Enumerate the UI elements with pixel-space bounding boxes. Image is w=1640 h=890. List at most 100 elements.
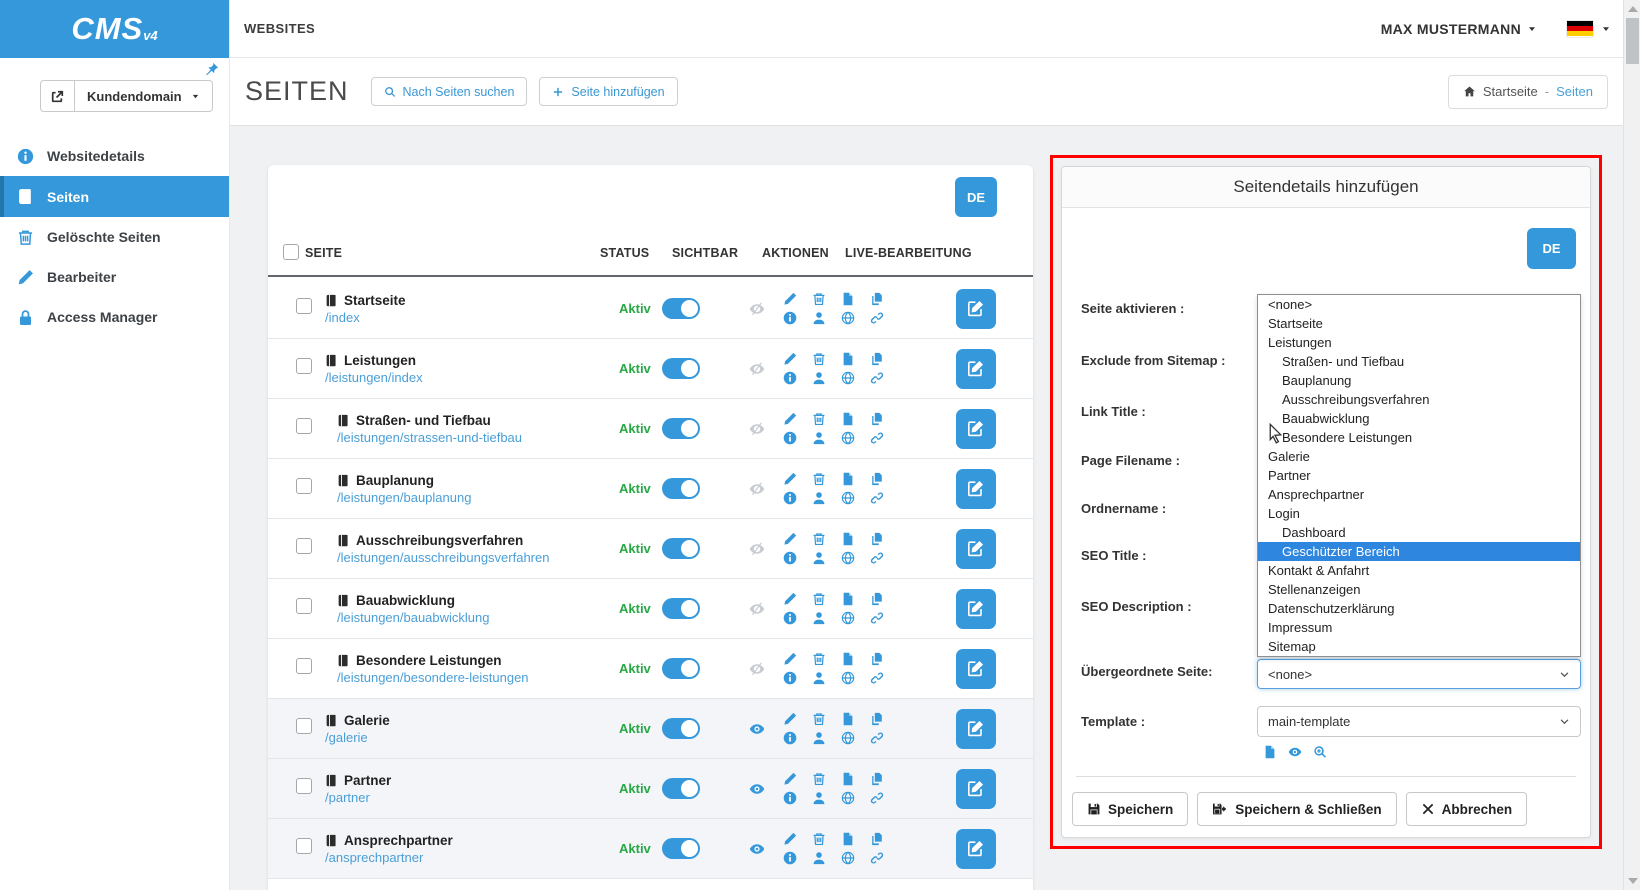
edit-icon[interactable] [783,292,797,306]
dropdown-option[interactable]: Straßen- und Tiefbau [1258,352,1580,371]
live-edit-button[interactable] [956,829,996,869]
copy-icon[interactable] [870,832,884,846]
delete-icon[interactable] [812,832,826,846]
live-edit-button[interactable] [956,529,996,569]
eye-slash-icon[interactable] [749,481,765,497]
delete-icon[interactable] [812,292,826,306]
edit-icon[interactable] [783,532,797,546]
delete-icon[interactable] [812,652,826,666]
file-icon[interactable] [841,412,855,426]
dropdown-option[interactable]: Leistungen [1258,333,1580,352]
file-icon[interactable] [841,532,855,546]
file-icon[interactable] [841,772,855,786]
page-path-link[interactable]: /leistungen/ausschreibungsverfahren [337,550,619,565]
person-icon[interactable] [812,731,826,745]
edit-icon[interactable] [783,652,797,666]
open-domain-button[interactable] [41,81,75,111]
status-toggle[interactable] [662,718,700,739]
info-icon[interactable] [783,551,797,565]
live-edit-button[interactable] [956,709,996,749]
page-path-link[interactable]: /galerie [325,730,619,745]
status-toggle[interactable] [662,658,700,679]
globe-icon[interactable] [841,611,855,625]
copy-icon[interactable] [870,712,884,726]
delete-icon[interactable] [812,712,826,726]
copy-icon[interactable] [870,532,884,546]
live-edit-button[interactable] [956,769,996,809]
person-icon[interactable] [812,671,826,685]
row-checkbox[interactable] [296,358,312,374]
dropdown-option[interactable]: Bauplanung [1258,371,1580,390]
page-path-link[interactable]: /leistungen/besondere-leistungen [337,670,619,685]
status-toggle[interactable] [662,418,700,439]
file-icon[interactable] [841,712,855,726]
link-icon[interactable] [870,551,884,565]
cancel-button[interactable]: Abbrechen [1406,792,1528,826]
status-toggle[interactable] [662,778,700,799]
eye-slash-icon[interactable] [749,301,765,317]
row-checkbox[interactable] [296,778,312,794]
dropdown-option[interactable]: Dashboard [1258,523,1580,542]
dropdown-option[interactable]: Bauabwicklung [1258,409,1580,428]
eye-slash-icon[interactable] [749,661,765,677]
row-checkbox[interactable] [296,658,312,674]
domain-selector[interactable]: Kundendomain [40,80,213,112]
scrollbar-thumb[interactable] [1626,18,1639,64]
dropdown-option[interactable]: Stellenanzeigen [1258,580,1580,599]
person-icon[interactable] [812,431,826,445]
file-icon[interactable] [841,832,855,846]
row-checkbox[interactable] [296,538,312,554]
file-icon[interactable] [841,652,855,666]
copy-icon[interactable] [870,652,884,666]
delete-icon[interactable] [812,592,826,606]
domain-dropdown[interactable]: Kundendomain [75,81,212,111]
sidebar-item-websitedetails[interactable]: Websitedetails [0,136,229,176]
dropdown-option[interactable]: Impressum [1258,618,1580,637]
sidebar-item-gel-schte-seiten[interactable]: Gelöschte Seiten [0,217,229,257]
link-icon[interactable] [870,851,884,865]
file-icon[interactable] [841,592,855,606]
template-select[interactable]: main-template [1257,706,1581,737]
person-icon[interactable] [812,851,826,865]
eye-slash-icon[interactable] [749,421,765,437]
status-toggle[interactable] [662,478,700,499]
sidebar-item-access-manager[interactable]: Access Manager [0,297,229,337]
live-edit-button[interactable] [956,589,996,629]
edit-icon[interactable] [783,832,797,846]
edit-icon[interactable] [783,472,797,486]
file-icon[interactable] [841,472,855,486]
link-icon[interactable] [870,671,884,685]
person-icon[interactable] [812,791,826,805]
scroll-up-arrow[interactable] [1628,6,1638,12]
save-and-close-button[interactable]: Speichern & Schließen [1197,792,1396,826]
info-icon[interactable] [783,371,797,385]
file-icon[interactable] [841,292,855,306]
info-icon[interactable] [783,611,797,625]
person-icon[interactable] [812,611,826,625]
dropdown-option[interactable]: Login [1258,504,1580,523]
globe-icon[interactable] [841,731,855,745]
copy-icon[interactable] [870,292,884,306]
page-path-link[interactable]: /leistungen/bauplanung [337,490,619,505]
eye-icon[interactable] [749,721,765,737]
copy-icon[interactable] [870,772,884,786]
live-edit-button[interactable] [956,469,996,509]
info-icon[interactable] [783,731,797,745]
info-icon[interactable] [783,311,797,325]
page-scrollbar[interactable] [1623,0,1640,890]
delete-icon[interactable] [812,352,826,366]
link-icon[interactable] [870,311,884,325]
eye-icon[interactable] [749,841,765,857]
status-toggle[interactable] [662,838,700,859]
row-checkbox[interactable] [296,418,312,434]
parent-page-select[interactable]: <none> [1257,659,1581,689]
globe-icon[interactable] [841,791,855,805]
info-icon[interactable] [783,671,797,685]
link-icon[interactable] [870,611,884,625]
eye-slash-icon[interactable] [749,541,765,557]
delete-icon[interactable] [812,772,826,786]
save-button[interactable]: Speichern [1072,792,1188,826]
dropdown-option[interactable]: Startseite [1258,314,1580,333]
row-checkbox[interactable] [296,298,312,314]
live-edit-button[interactable] [956,289,996,329]
